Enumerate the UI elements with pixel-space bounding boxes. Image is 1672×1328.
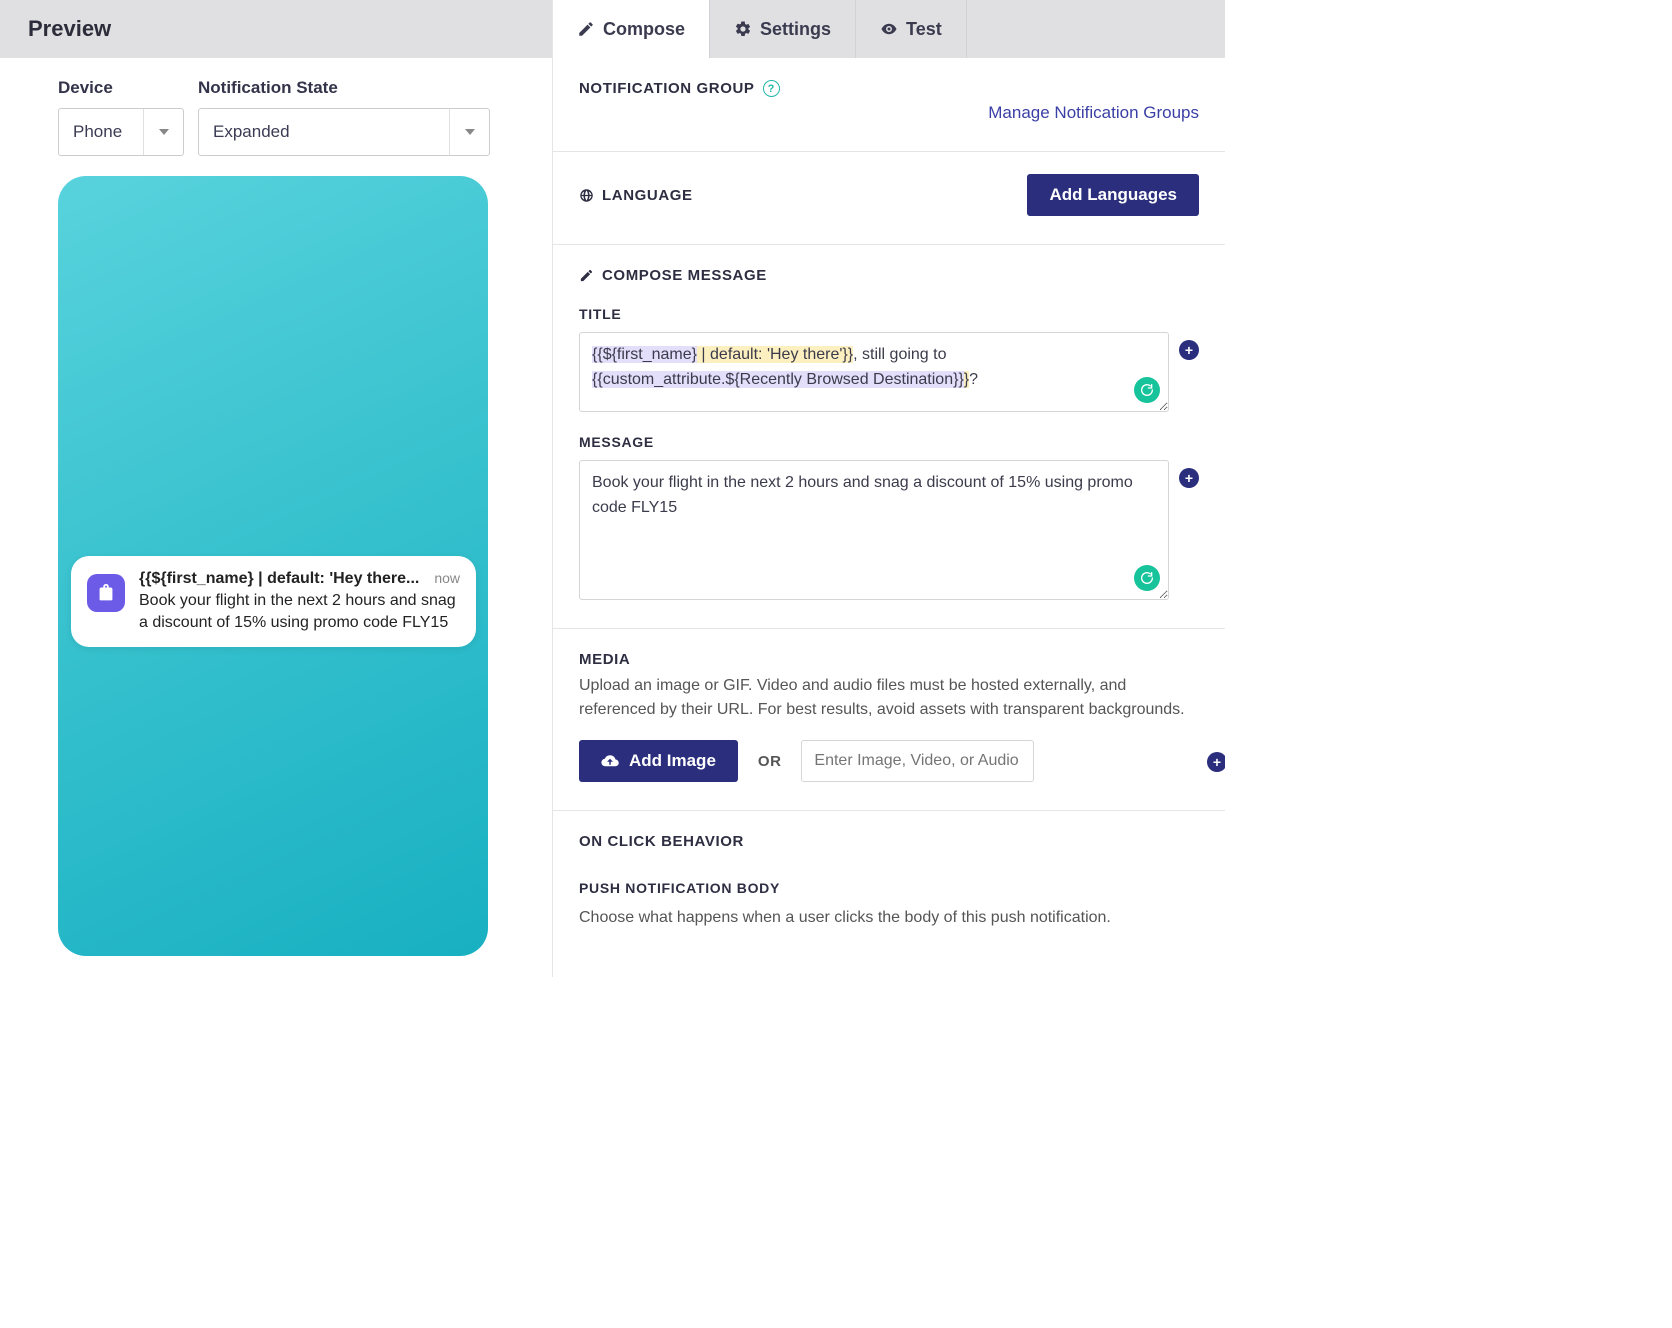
body-description: Choose what happens when a user clicks t… bbox=[579, 906, 1199, 930]
notification-title: {{${first_name} | default: 'Hey there... bbox=[139, 570, 426, 588]
globe-icon bbox=[579, 188, 594, 203]
chevron-down-icon bbox=[143, 109, 183, 155]
eye-icon bbox=[880, 20, 898, 38]
chevron-down-icon bbox=[449, 109, 489, 155]
notification-time: now bbox=[434, 570, 460, 586]
state-label: Notification State bbox=[198, 78, 490, 98]
editor-panel: Compose Settings Test NOTIFICATION GROUP… bbox=[552, 0, 1225, 977]
preview-header: Preview bbox=[0, 0, 552, 58]
tab-compose[interactable]: Compose bbox=[553, 0, 710, 58]
tabs: Compose Settings Test bbox=[553, 0, 1225, 58]
body-label: PUSH NOTIFICATION BODY bbox=[579, 880, 1199, 896]
help-icon[interactable]: ? bbox=[763, 80, 780, 97]
compose-message-label: COMPOSE MESSAGE bbox=[602, 267, 767, 284]
add-image-button[interactable]: Add Image bbox=[579, 740, 738, 782]
add-personalization-button[interactable]: + bbox=[1179, 468, 1199, 488]
tab-test-label: Test bbox=[906, 19, 942, 40]
tab-settings[interactable]: Settings bbox=[710, 0, 856, 58]
add-languages-button[interactable]: Add Languages bbox=[1027, 174, 1199, 216]
manage-groups-link[interactable]: Manage Notification Groups bbox=[988, 103, 1199, 122]
media-label: MEDIA bbox=[579, 651, 630, 668]
title-input[interactable]: {{${first_name} | default: 'Hey there'}}… bbox=[579, 332, 1169, 412]
add-personalization-button[interactable]: + bbox=[1207, 752, 1225, 772]
media-description: Upload an image or GIF. Video and audio … bbox=[579, 674, 1199, 722]
title-field-label: TITLE bbox=[579, 306, 1199, 322]
media-url-input[interactable] bbox=[801, 740, 1034, 782]
preview-title: Preview bbox=[28, 16, 111, 42]
tab-compose-label: Compose bbox=[603, 19, 685, 40]
language-label: LANGUAGE bbox=[602, 187, 693, 204]
device-value: Phone bbox=[59, 122, 136, 142]
gear-icon bbox=[734, 20, 752, 38]
phone-preview: {{${first_name} | default: 'Hey there...… bbox=[58, 176, 488, 956]
onclick-label: ON CLICK BEHAVIOR bbox=[579, 833, 744, 850]
cloud-upload-icon bbox=[601, 752, 619, 770]
message-input[interactable]: Book your flight in the next 2 hours and… bbox=[579, 460, 1169, 600]
grammarly-icon bbox=[1134, 565, 1160, 591]
device-label: Device bbox=[58, 78, 184, 98]
state-value: Expanded bbox=[199, 122, 304, 142]
pencil-icon bbox=[577, 20, 595, 38]
tab-settings-label: Settings bbox=[760, 19, 831, 40]
notification-message: Book your flight in the next 2 hours and… bbox=[139, 590, 460, 633]
state-select[interactable]: Expanded bbox=[198, 108, 490, 156]
tab-test[interactable]: Test bbox=[856, 0, 967, 58]
add-personalization-button[interactable]: + bbox=[1179, 340, 1199, 360]
message-field-label: MESSAGE bbox=[579, 434, 1199, 450]
edit-icon bbox=[579, 268, 594, 283]
notification-card: {{${first_name} | default: 'Hey there...… bbox=[71, 556, 476, 647]
notification-group-label: NOTIFICATION GROUP bbox=[579, 80, 755, 97]
preview-panel: Preview Device Phone Notification State … bbox=[0, 0, 552, 977]
grammarly-icon bbox=[1134, 377, 1160, 403]
or-text: OR bbox=[758, 753, 782, 770]
device-select[interactable]: Phone bbox=[58, 108, 184, 156]
app-icon bbox=[87, 574, 125, 612]
